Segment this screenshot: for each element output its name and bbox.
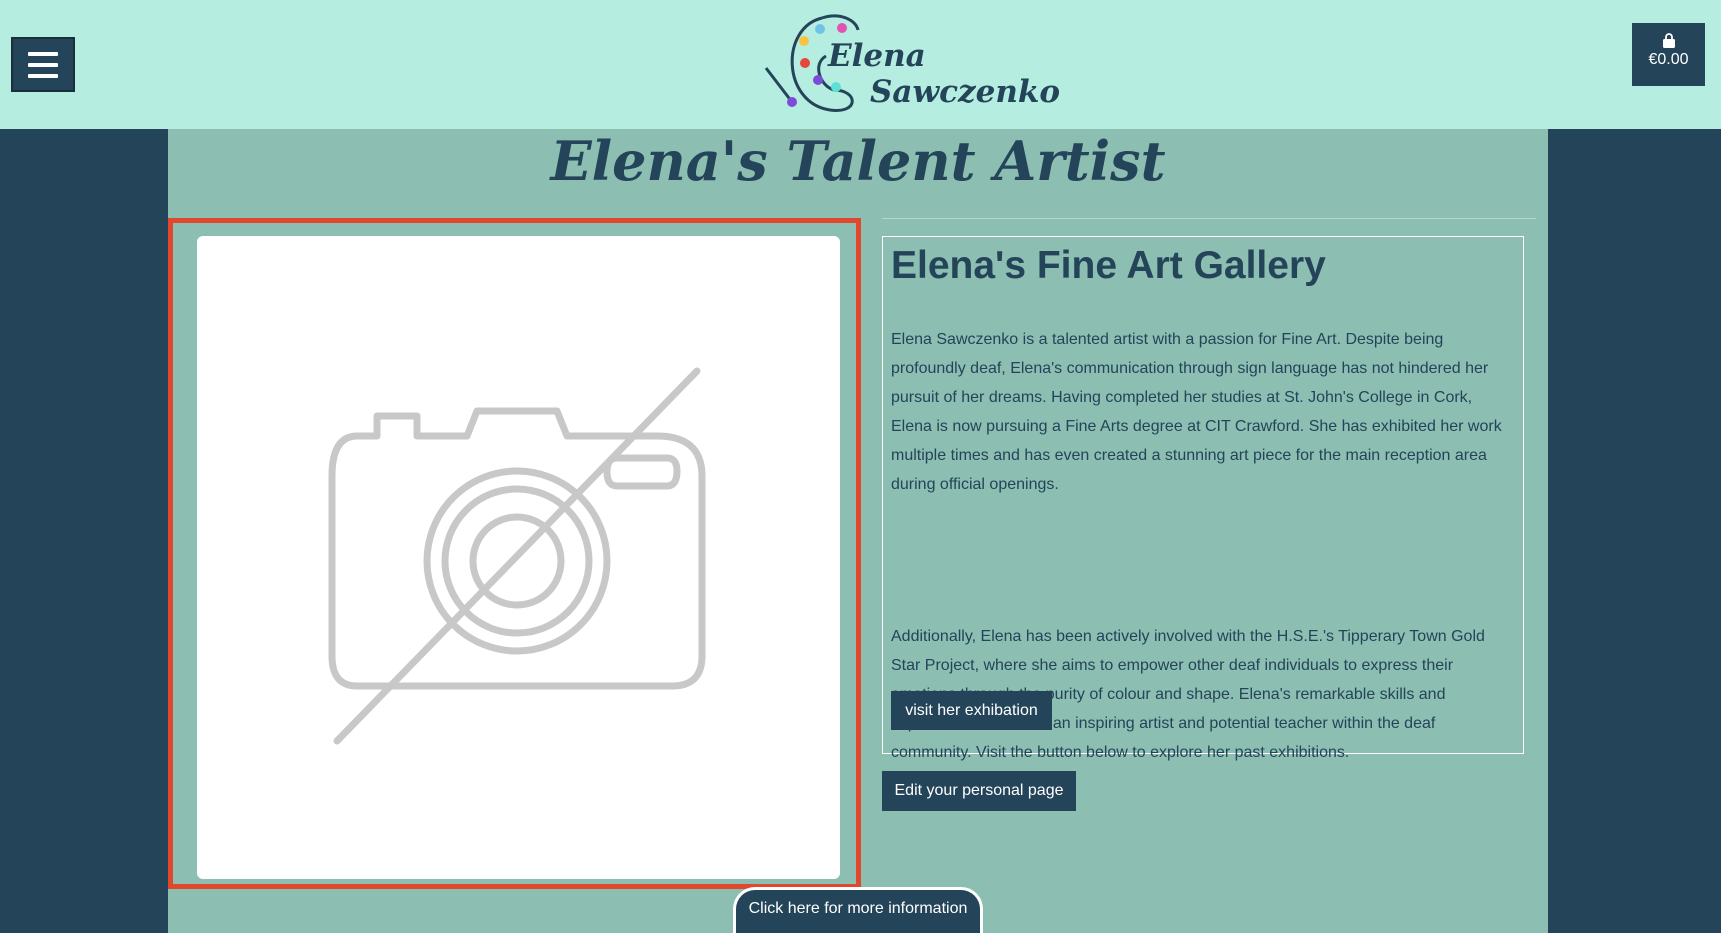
logo-text-last-name: Sawczenko [870, 74, 1061, 110]
site-logo[interactable]: Elena Sawczenko [760, 8, 1060, 120]
gallery-title: Elena's Fine Art Gallery [891, 244, 1326, 287]
site-header: Elena Sawczenko €0.00 [0, 0, 1721, 129]
bio-paragraph-1: Elena Sawczenko is a talented artist wit… [891, 331, 1502, 493]
artist-image-frame [168, 218, 861, 889]
more-information-tab[interactable]: Click here for more information [733, 887, 983, 933]
page-title: Elena's Talent Artist [550, 129, 1166, 193]
artist-image-placeholder [197, 236, 840, 879]
visit-exhibition-button[interactable]: visit her exhibation [891, 691, 1052, 730]
menu-bar [28, 62, 58, 67]
hamburger-menu-button[interactable] [11, 37, 75, 92]
logo-text-first-name: Elena [828, 38, 926, 74]
menu-bar [28, 73, 58, 78]
cart-total: €0.00 [1648, 51, 1689, 68]
gallery-info-box: Elena's Fine Art Gallery Elena Sawczenko… [882, 236, 1524, 761]
menu-bar [28, 51, 58, 56]
shopping-bag-icon [1662, 33, 1675, 48]
no-image-camera-icon [328, 367, 706, 745]
divider [882, 218, 1536, 219]
main-content: Elena's Talent Artist Elena's Fine Art G… [168, 129, 1548, 933]
cart-button[interactable]: €0.00 [1632, 23, 1705, 86]
edit-personal-page-button[interactable]: Edit your personal page [882, 771, 1076, 811]
